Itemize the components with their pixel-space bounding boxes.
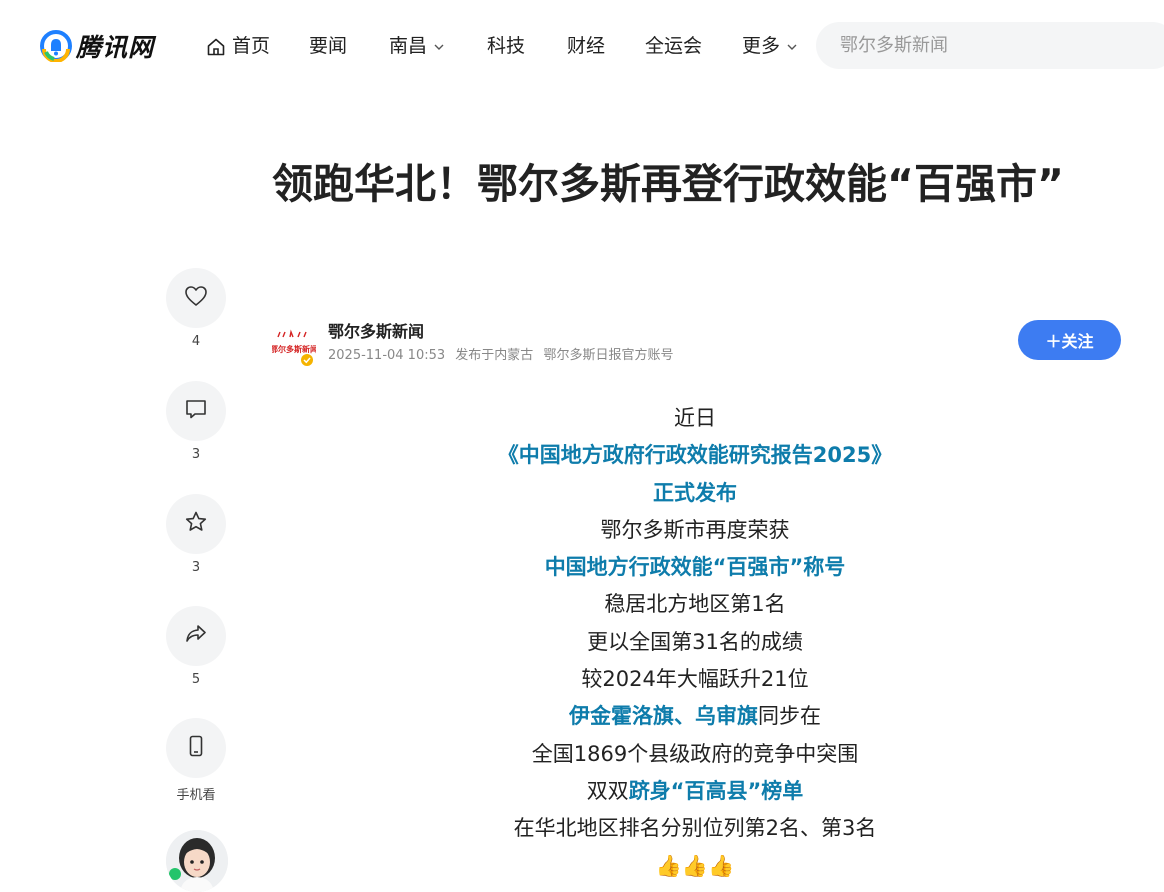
body-text: 鄂尔多斯市再度荣获 bbox=[600, 517, 790, 542]
nav-item-label: 更多 bbox=[742, 35, 781, 57]
body-line: 《中国地方政府行政效能研究报告2025》 bbox=[272, 437, 1118, 474]
body-highlight-text: 跻身“百高县”榜单 bbox=[628, 778, 804, 803]
body-text: 较2024年大幅跃升21位 bbox=[581, 667, 809, 692]
body-line: 伊金霍洛旗、乌审旗同步在 bbox=[272, 698, 1118, 735]
chevron-down-icon bbox=[433, 35, 445, 57]
body-line: 稳居北方地区第1名 bbox=[272, 586, 1118, 623]
body-text: 在华北地区排名分别位列第2名、第3名 bbox=[513, 816, 877, 841]
body-text: 稳居北方地区第1名 bbox=[604, 592, 786, 617]
article-body: 近日 《中国地方政府行政效能研究报告2025》 正式发布 鄂尔多斯市再度荣获 中… bbox=[272, 400, 1118, 885]
mobile-view-button[interactable] bbox=[166, 718, 226, 778]
follow-button[interactable]: ＋关注 bbox=[1018, 320, 1121, 360]
like-count: 4 bbox=[191, 334, 201, 349]
author-bar: 鄂尔多斯新闻 鄂尔多斯新闻 2025-11-04 10:53 发布于内蒙古 鄂尔… bbox=[270, 318, 1122, 368]
author-name[interactable]: 鄂尔多斯新闻 bbox=[328, 318, 424, 342]
mobile-view-label: 手机看 bbox=[176, 788, 216, 803]
nav-item-label: 南昌 bbox=[389, 35, 428, 57]
body-line: 双双跻身“百高县”榜单 bbox=[272, 773, 1118, 810]
logo-text: 腾讯网 bbox=[76, 33, 155, 62]
phone-icon bbox=[183, 733, 209, 763]
publish-time: 2025-11-04 10:53 bbox=[328, 348, 446, 363]
body-line: 在华北地区排名分别位列第2名、第3名 bbox=[272, 810, 1118, 847]
author-meta: 2025-11-04 10:53 发布于内蒙古 鄂尔多斯日报官方账号 bbox=[328, 344, 679, 363]
nav-item-tech[interactable]: 科技 bbox=[487, 30, 525, 62]
body-highlight-text: 中国地方行政效能“百强市”称号 bbox=[544, 555, 846, 580]
body-line: 鄂尔多斯市再度荣获 bbox=[272, 512, 1118, 549]
thumbs-up-emoji: 👍👍👍 bbox=[655, 853, 735, 878]
body-line: 全国1869个县级政府的竞争中突围 bbox=[272, 736, 1118, 773]
body-highlight-text: 正式发布 bbox=[653, 480, 737, 505]
comment-icon bbox=[183, 396, 209, 426]
comment-count: 3 bbox=[191, 447, 201, 462]
share-count: 5 bbox=[191, 672, 201, 687]
article-title: 领跑华北！鄂尔多斯再登行政效能“百强市” bbox=[272, 160, 1064, 208]
nav-item-finance[interactable]: 财经 bbox=[567, 30, 605, 62]
body-text: 更以全国第31名的成绩 bbox=[587, 629, 803, 654]
nav-item-label: 全运会 bbox=[645, 35, 703, 57]
account-description: 鄂尔多斯日报官方账号 bbox=[543, 348, 674, 363]
body-text: 近日 bbox=[674, 406, 716, 430]
body-line: 较2024年大幅跃升21位 bbox=[272, 661, 1118, 698]
body-highlight-text: 伊金霍洛旗、乌审旗 bbox=[569, 704, 758, 729]
home-icon bbox=[206, 35, 232, 57]
nav-item-nanchang[interactable]: 南昌 bbox=[389, 30, 445, 62]
nav-item-label: 财经 bbox=[567, 35, 606, 57]
nav-item-more[interactable]: 更多 bbox=[742, 30, 798, 62]
star-icon bbox=[183, 509, 209, 539]
body-highlight-text: 《中国地方政府行政效能研究报告2025》 bbox=[497, 443, 893, 468]
favorite-count: 3 bbox=[191, 560, 201, 575]
comment-button[interactable] bbox=[166, 381, 226, 441]
chevron-down-icon bbox=[786, 35, 798, 57]
ai-assistant-avatar[interactable] bbox=[166, 830, 228, 892]
nav-item-national-games[interactable]: 全运会 bbox=[645, 30, 702, 62]
body-text: 同步在 bbox=[758, 704, 821, 729]
body-line: 正式发布 bbox=[272, 475, 1118, 512]
body-line: 近日 bbox=[272, 400, 1118, 437]
like-button[interactable] bbox=[166, 268, 226, 328]
nav-item-label: 首页 bbox=[232, 35, 271, 57]
share-icon bbox=[183, 621, 209, 651]
author-avatar-logo-icon: 鄂尔多斯新闻 bbox=[270, 329, 318, 366]
nav-item-yaowen[interactable]: 要闻 bbox=[309, 30, 347, 62]
body-line: 中国地方行政效能“百强市”称号 bbox=[272, 549, 1118, 586]
author-avatar[interactable]: 鄂尔多斯新闻 bbox=[270, 324, 318, 366]
body-text: 全国1869个县级政府的竞争中突围 bbox=[531, 741, 859, 766]
site-logo[interactable]: 腾讯网 bbox=[40, 28, 154, 64]
search-input[interactable] bbox=[840, 22, 1140, 69]
nav-item-home[interactable]: 首页 bbox=[206, 30, 270, 62]
heart-icon bbox=[183, 283, 209, 313]
share-button[interactable] bbox=[166, 606, 226, 666]
svg-text:鄂尔多斯新闻: 鄂尔多斯新闻 bbox=[272, 344, 316, 354]
body-line: 更以全国第31名的成绩 bbox=[272, 624, 1118, 661]
body-line: 👍👍👍 bbox=[272, 848, 1118, 885]
nav-item-label: 科技 bbox=[487, 35, 526, 57]
nav-item-label: 要闻 bbox=[309, 35, 348, 57]
tencent-logo-icon bbox=[40, 30, 72, 63]
publish-location: 发布于内蒙古 bbox=[455, 348, 534, 363]
favorite-button[interactable] bbox=[166, 494, 226, 554]
search-box[interactable] bbox=[816, 22, 1164, 69]
body-text: 双双 bbox=[586, 778, 629, 803]
assistant-avatar-icon bbox=[166, 830, 228, 892]
top-bar: 腾讯网 首页 要闻 南昌 科技 财经 全运会 更多 bbox=[0, 0, 1164, 92]
